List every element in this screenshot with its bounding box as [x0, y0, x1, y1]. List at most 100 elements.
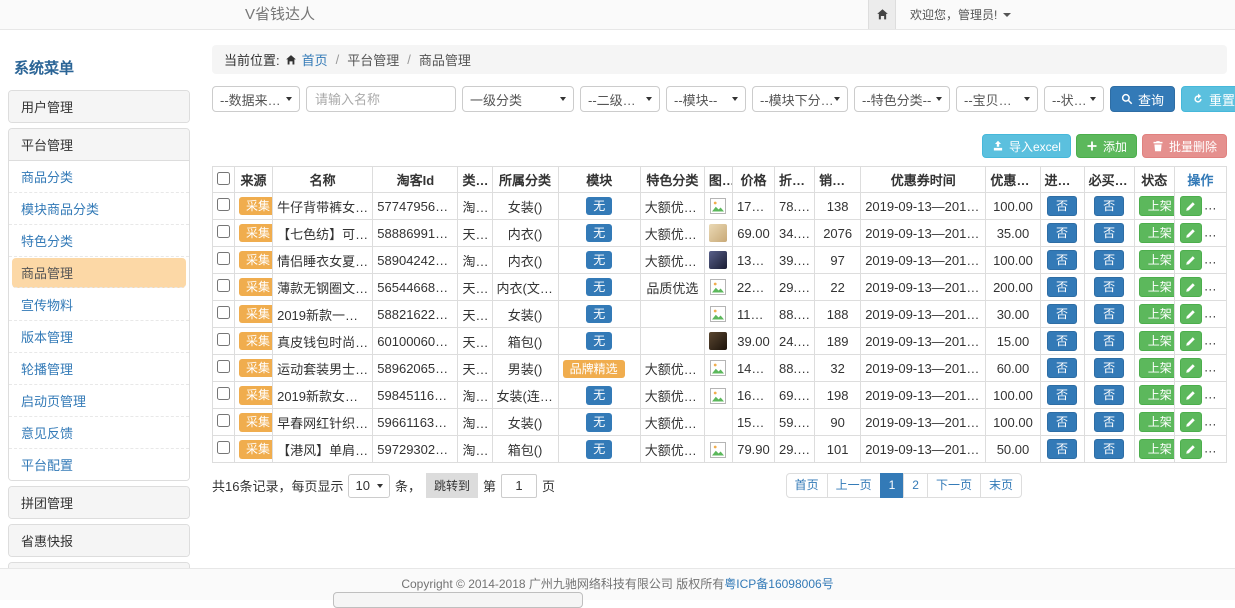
edit-button[interactable] — [1180, 412, 1202, 432]
status-button[interactable]: 上架 — [1139, 385, 1175, 405]
import-select-toggle[interactable]: 否 — [1047, 412, 1077, 432]
add-button[interactable]: 添加 — [1076, 134, 1137, 158]
edit-button[interactable] — [1180, 331, 1202, 351]
jump-button[interactable]: 跳转到 — [426, 473, 478, 498]
sidebar-group-header-express-news[interactable]: 省惠快报 — [9, 525, 189, 556]
row-checkbox[interactable] — [217, 279, 230, 292]
import-select-toggle[interactable]: 否 — [1047, 439, 1077, 459]
filter-select-category-l1[interactable]: 一级分类 — [462, 86, 574, 112]
row-checkbox[interactable] — [217, 387, 230, 400]
sidebar-item-platform-config[interactable]: 平台配置 — [9, 449, 189, 480]
page-button-last[interactable]: 末页 — [980, 473, 1022, 498]
must-buy-toggle[interactable]: 否 — [1094, 304, 1124, 324]
sidebar-item-version-management[interactable]: 版本管理 — [9, 321, 189, 353]
sidebar-item-promo-materials[interactable]: 宣传物料 — [9, 289, 189, 321]
filter-select-data-source[interactable]: --数据来源-- — [212, 86, 300, 112]
status-button[interactable]: 上架 — [1139, 439, 1175, 459]
source-badge: 采集 — [239, 386, 273, 404]
cell-coupon-time: 2019-09-13—2019-09-19 — [861, 301, 986, 328]
must-buy-toggle[interactable]: 否 — [1094, 385, 1124, 405]
row-checkbox[interactable] — [217, 360, 230, 373]
edit-button[interactable] — [1180, 250, 1202, 270]
page-number-input[interactable] — [501, 474, 537, 498]
status-button[interactable]: 上架 — [1139, 331, 1175, 351]
filter-select-status[interactable]: --状态-- — [1044, 86, 1104, 112]
filter-input-product-name[interactable] — [306, 86, 456, 112]
cell-icon — [704, 301, 732, 328]
cell-select — [213, 193, 235, 220]
import-excel-button[interactable]: 导入excel — [982, 134, 1071, 158]
row-checkbox[interactable] — [217, 414, 230, 427]
sidebar-item-feedback[interactable]: 意见反馈 — [9, 417, 189, 449]
home-button[interactable] — [868, 0, 896, 29]
select-all-checkbox[interactable] — [217, 172, 230, 185]
status-button[interactable]: 上架 — [1139, 277, 1175, 297]
must-buy-toggle[interactable]: 否 — [1094, 277, 1124, 297]
page-button-first[interactable]: 首页 — [786, 473, 828, 498]
sidebar-group-header-group-buy-management[interactable]: 拼团管理 — [9, 487, 189, 518]
batch-delete-button[interactable]: 批量删除 — [1142, 134, 1227, 158]
reset-button[interactable]: 重置 — [1181, 86, 1235, 112]
row-checkbox[interactable] — [217, 252, 230, 265]
row-checkbox[interactable] — [217, 306, 230, 319]
edit-button[interactable] — [1180, 223, 1202, 243]
import-select-toggle[interactable]: 否 — [1047, 358, 1077, 378]
status-button[interactable]: 上架 — [1139, 196, 1175, 216]
import-select-toggle[interactable]: 否 — [1047, 250, 1077, 270]
page-button-next[interactable]: 下一页 — [927, 473, 981, 498]
page-button-page-2[interactable]: 2 — [903, 473, 928, 498]
filter-select-module-subcategory[interactable]: --模块下分类-- — [752, 86, 848, 112]
sidebar-item-feature-category[interactable]: 特色分类 — [9, 225, 189, 257]
cell-name: 牛仔背带裤女秋装减龄... — [273, 193, 373, 220]
sidebar-group-header-user-management[interactable]: 用户管理 — [9, 91, 189, 122]
page-button-page-1[interactable]: 1 — [880, 473, 905, 498]
must-buy-toggle[interactable]: 否 — [1094, 223, 1124, 243]
must-buy-toggle[interactable]: 否 — [1094, 439, 1124, 459]
import-select-toggle[interactable]: 否 — [1047, 331, 1077, 351]
column-header-16: 状态 — [1134, 167, 1174, 193]
status-button[interactable]: 上架 — [1139, 412, 1175, 432]
edit-button[interactable] — [1180, 385, 1202, 405]
breadcrumb-home-link[interactable]: 首页 — [302, 50, 328, 69]
filter-select-module[interactable]: --模块-- — [666, 86, 746, 112]
import-select-toggle[interactable]: 否 — [1047, 223, 1077, 243]
page-button-prev[interactable]: 上一页 — [827, 473, 881, 498]
sidebar-item-carousel-management[interactable]: 轮播管理 — [9, 353, 189, 385]
chevron-down-icon — [1024, 97, 1030, 101]
row-checkbox[interactable] — [217, 333, 230, 346]
status-button[interactable]: 上架 — [1139, 304, 1175, 324]
icp-link[interactable]: 粤ICP备16098006号 — [724, 577, 833, 591]
sidebar-item-product-category[interactable]: 商品分类 — [9, 161, 189, 193]
filter-select-item-type[interactable]: --宝贝类型-- — [956, 86, 1038, 112]
must-buy-toggle[interactable]: 否 — [1094, 250, 1124, 270]
status-button[interactable]: 上架 — [1139, 250, 1175, 270]
status-button[interactable]: 上架 — [1139, 358, 1175, 378]
cell-taoke-id: 598451162391 — [373, 382, 458, 409]
edit-button[interactable] — [1180, 277, 1202, 297]
must-buy-toggle[interactable]: 否 — [1094, 412, 1124, 432]
status-button[interactable]: 上架 — [1139, 223, 1175, 243]
user-menu[interactable]: 欢迎您，管理员! — [910, 6, 1011, 23]
must-buy-toggle[interactable]: 否 — [1094, 331, 1124, 351]
per-page-select[interactable]: 10 — [348, 474, 389, 498]
edit-button[interactable] — [1180, 304, 1202, 324]
import-select-toggle[interactable]: 否 — [1047, 196, 1077, 216]
row-checkbox[interactable] — [217, 225, 230, 238]
sidebar-group-header-platform-management[interactable]: 平台管理 — [9, 129, 189, 161]
edit-button[interactable] — [1180, 358, 1202, 378]
row-checkbox[interactable] — [217, 198, 230, 211]
import-select-toggle[interactable]: 否 — [1047, 277, 1077, 297]
edit-button[interactable] — [1180, 196, 1202, 216]
filter-select-category-l2[interactable]: --二级分类-- — [580, 86, 660, 112]
must-buy-toggle[interactable]: 否 — [1094, 358, 1124, 378]
sidebar-item-product-management[interactable]: 商品管理 — [12, 258, 186, 288]
edit-button[interactable] — [1180, 439, 1202, 459]
import-select-toggle[interactable]: 否 — [1047, 304, 1077, 324]
import-select-toggle[interactable]: 否 — [1047, 385, 1077, 405]
must-buy-toggle[interactable]: 否 — [1094, 196, 1124, 216]
sidebar-item-splash-page-management[interactable]: 启动页管理 — [9, 385, 189, 417]
sidebar-item-module-product-category[interactable]: 模块商品分类 — [9, 193, 189, 225]
filter-select-feature-category[interactable]: --特色分类-- — [854, 86, 950, 112]
search-button[interactable]: 查询 — [1110, 86, 1175, 112]
row-checkbox[interactable] — [217, 441, 230, 454]
